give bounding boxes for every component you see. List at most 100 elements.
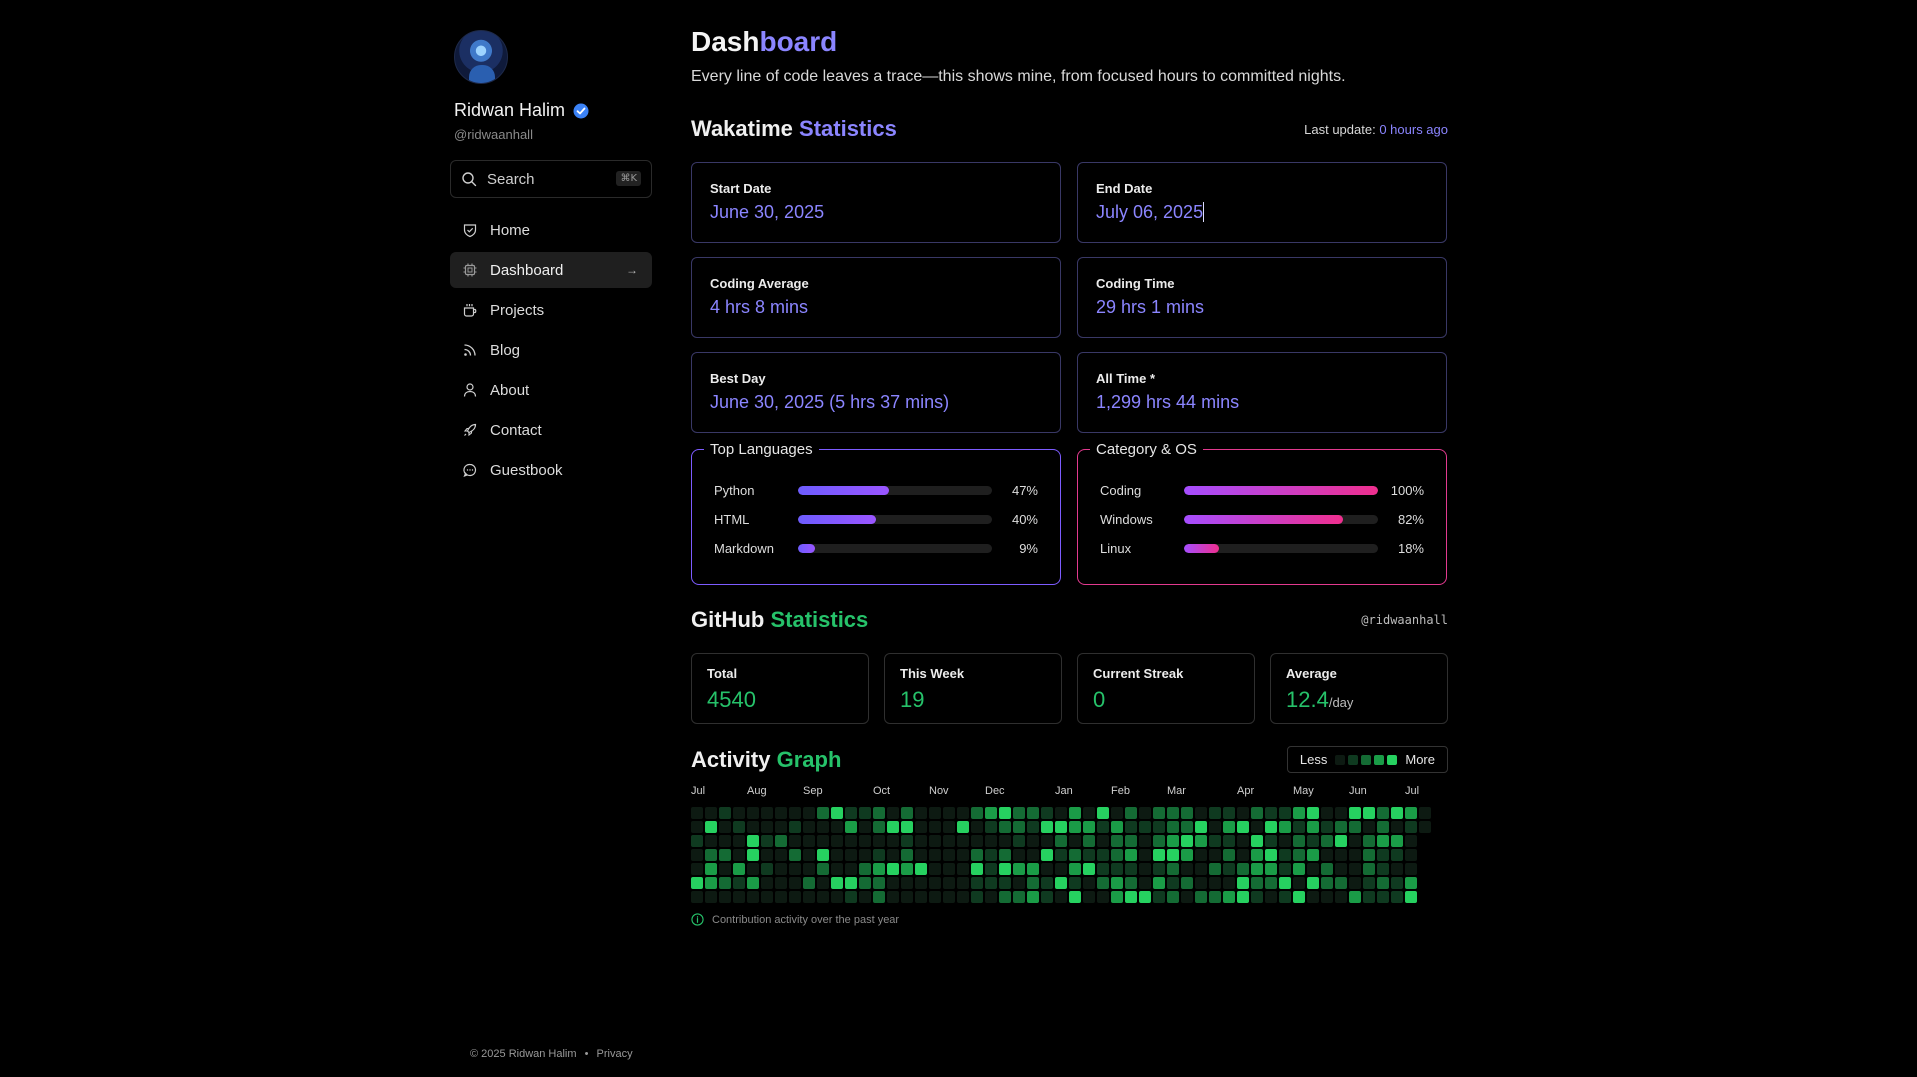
heatmap-cell[interactable]	[1055, 835, 1067, 847]
nav-item-about[interactable]: About	[450, 372, 652, 408]
heatmap-cell[interactable]	[1349, 863, 1361, 875]
heatmap-cell[interactable]	[957, 807, 969, 819]
heatmap-cell[interactable]	[887, 891, 899, 903]
heatmap-cell[interactable]	[1209, 835, 1221, 847]
heatmap-cell[interactable]	[831, 835, 843, 847]
heatmap-cell[interactable]	[1097, 877, 1109, 889]
heatmap-cell[interactable]	[1335, 821, 1347, 833]
heatmap-cell[interactable]	[691, 835, 703, 847]
heatmap-cell[interactable]	[1223, 821, 1235, 833]
heatmap-cell[interactable]	[887, 849, 899, 861]
heatmap-cell[interactable]	[1153, 835, 1165, 847]
heatmap-cell[interactable]	[943, 877, 955, 889]
heatmap-cell[interactable]	[1419, 849, 1431, 861]
heatmap-cell[interactable]	[691, 821, 703, 833]
heatmap-cell[interactable]	[1223, 835, 1235, 847]
heatmap-cell[interactable]	[1013, 807, 1025, 819]
heatmap-cell[interactable]	[1097, 863, 1109, 875]
heatmap-cell[interactable]	[1097, 835, 1109, 847]
heatmap-cell[interactable]	[831, 821, 843, 833]
heatmap-cell[interactable]	[971, 891, 983, 903]
heatmap-cell[interactable]	[1307, 807, 1319, 819]
heatmap-cell[interactable]	[831, 891, 843, 903]
heatmap-cell[interactable]	[1335, 807, 1347, 819]
heatmap-cell[interactable]	[1083, 821, 1095, 833]
heatmap-cell[interactable]	[1195, 849, 1207, 861]
heatmap-cell[interactable]	[733, 877, 745, 889]
heatmap-cell[interactable]	[719, 891, 731, 903]
heatmap-cell[interactable]	[747, 891, 759, 903]
heatmap-cell[interactable]	[1027, 877, 1039, 889]
heatmap-cell[interactable]	[1363, 863, 1375, 875]
heatmap-cell[interactable]	[803, 807, 815, 819]
heatmap-cell[interactable]	[873, 863, 885, 875]
heatmap-cell[interactable]	[733, 863, 745, 875]
heatmap-cell[interactable]	[1083, 849, 1095, 861]
heatmap-cell[interactable]	[1041, 807, 1053, 819]
heatmap-cell[interactable]	[1041, 821, 1053, 833]
heatmap-cell[interactable]	[1167, 863, 1179, 875]
heatmap-cell[interactable]	[1153, 877, 1165, 889]
heatmap-cell[interactable]	[1209, 807, 1221, 819]
heatmap-cell[interactable]	[1391, 849, 1403, 861]
heatmap-cell[interactable]	[1377, 821, 1389, 833]
heatmap-cell[interactable]	[1279, 807, 1291, 819]
heatmap-cell[interactable]	[1125, 849, 1137, 861]
heatmap-cell[interactable]	[817, 849, 829, 861]
heatmap-cell[interactable]	[1251, 835, 1263, 847]
heatmap-cell[interactable]	[1055, 821, 1067, 833]
heatmap-cell[interactable]	[691, 849, 703, 861]
heatmap-cell[interactable]	[1391, 821, 1403, 833]
heatmap-cell[interactable]	[1153, 863, 1165, 875]
heatmap-cell[interactable]	[1405, 835, 1417, 847]
heatmap-cell[interactable]	[1321, 891, 1333, 903]
heatmap-cell[interactable]	[1027, 821, 1039, 833]
heatmap-cell[interactable]	[733, 891, 745, 903]
heatmap-cell[interactable]	[929, 877, 941, 889]
heatmap-cell[interactable]	[1167, 891, 1179, 903]
heatmap-cell[interactable]	[859, 877, 871, 889]
heatmap-cell[interactable]	[929, 835, 941, 847]
heatmap-cell[interactable]	[1335, 835, 1347, 847]
heatmap-cell[interactable]	[1041, 835, 1053, 847]
heatmap-cell[interactable]	[1097, 849, 1109, 861]
heatmap-cell[interactable]	[1069, 821, 1081, 833]
heatmap-cell[interactable]	[775, 807, 787, 819]
heatmap-cell[interactable]	[1069, 807, 1081, 819]
heatmap-cell[interactable]	[747, 863, 759, 875]
heatmap-cell[interactable]	[691, 891, 703, 903]
heatmap-cell[interactable]	[761, 849, 773, 861]
nav-item-contact[interactable]: Contact	[450, 412, 652, 448]
heatmap-cell[interactable]	[1055, 807, 1067, 819]
heatmap-cell[interactable]	[775, 891, 787, 903]
heatmap-cell[interactable]	[1335, 877, 1347, 889]
heatmap-cell[interactable]	[1349, 849, 1361, 861]
heatmap-cell[interactable]	[1237, 877, 1249, 889]
heatmap-cell[interactable]	[845, 849, 857, 861]
heatmap-cell[interactable]	[705, 891, 717, 903]
heatmap-cell[interactable]	[1265, 863, 1277, 875]
heatmap-cell[interactable]	[1335, 849, 1347, 861]
heatmap-cell[interactable]	[747, 849, 759, 861]
heatmap-cell[interactable]	[1209, 821, 1221, 833]
heatmap-cell[interactable]	[1223, 891, 1235, 903]
heatmap-cell[interactable]	[1153, 849, 1165, 861]
heatmap-cell[interactable]	[1251, 891, 1263, 903]
heatmap-cell[interactable]	[915, 877, 927, 889]
heatmap-cell[interactable]	[1265, 807, 1277, 819]
heatmap-cell[interactable]	[691, 877, 703, 889]
heatmap-cell[interactable]	[1419, 863, 1431, 875]
heatmap-cell[interactable]	[1335, 891, 1347, 903]
heatmap-cell[interactable]	[1055, 877, 1067, 889]
heatmap-cell[interactable]	[1125, 863, 1137, 875]
heatmap-cell[interactable]	[747, 877, 759, 889]
heatmap-cell[interactable]	[733, 821, 745, 833]
heatmap-cell[interactable]	[1251, 821, 1263, 833]
heatmap-cell[interactable]	[1055, 849, 1067, 861]
heatmap-cell[interactable]	[1251, 849, 1263, 861]
heatmap-cell[interactable]	[943, 849, 955, 861]
heatmap-cell[interactable]	[1321, 877, 1333, 889]
heatmap-cell[interactable]	[1181, 835, 1193, 847]
heatmap-cell[interactable]	[1237, 891, 1249, 903]
heatmap-cell[interactable]	[1167, 849, 1179, 861]
